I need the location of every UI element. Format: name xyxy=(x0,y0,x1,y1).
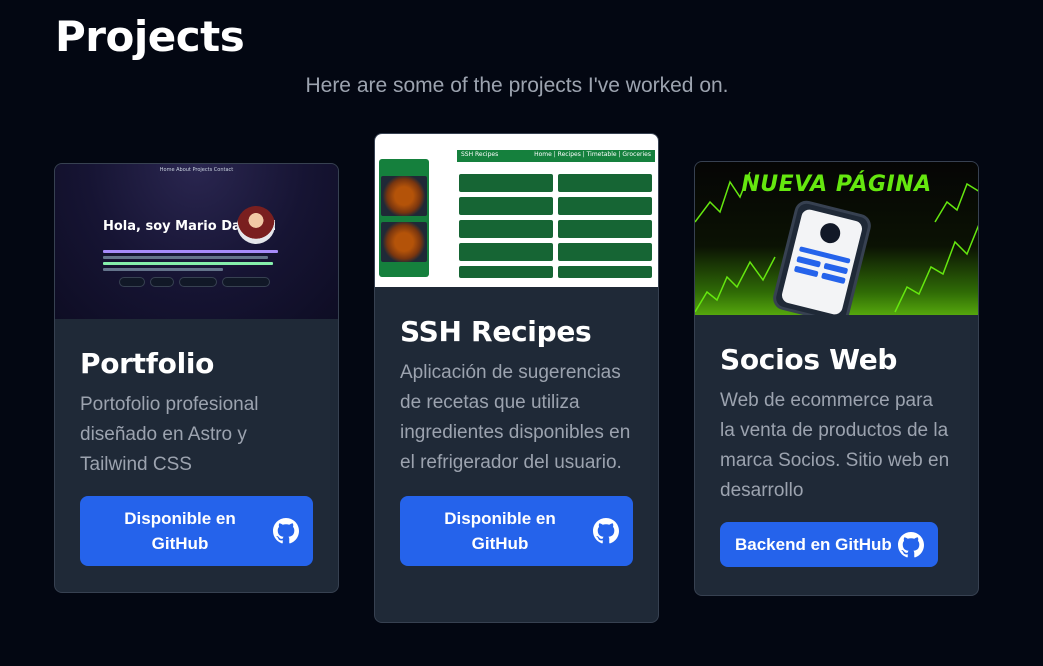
github-button[interactable]: Disponible en GitHub xyxy=(400,496,633,566)
project-thumbnail[interactable]: NUEVA PÁGINA xyxy=(695,162,978,315)
project-thumbnail[interactable]: Home About Projects Contact Hola, soy Ma… xyxy=(55,164,338,319)
project-title: Socios Web xyxy=(720,343,898,376)
project-description: Aplicación de sugerencias de recetas que… xyxy=(400,362,631,473)
project-card-ssh-recipes: SSH Recipes Home | Recipes | Timetable |… xyxy=(374,133,659,623)
thumbnail-text-line xyxy=(103,256,268,259)
github-button-label: Disponible en GitHub xyxy=(444,509,556,553)
github-icon xyxy=(593,518,619,544)
thumbnail-recipe-item xyxy=(558,243,652,261)
thumbnail-food-image xyxy=(381,176,427,216)
thumbnail-recipe-item xyxy=(459,197,553,215)
thumbnail-pill xyxy=(179,277,217,287)
github-button[interactable]: Disponible en GitHub xyxy=(80,496,313,566)
thumbnail-topbar-title: SSH Recipes xyxy=(461,151,499,158)
thumbnail-phone-screen xyxy=(780,207,864,315)
thumbnail-recipe-item xyxy=(459,266,553,278)
avatar xyxy=(237,206,275,244)
thumbnail-nav: Home About Projects Contact xyxy=(159,167,234,173)
github-icon xyxy=(898,531,924,557)
thumbnail-recipe-item xyxy=(558,197,652,215)
thumbnail-topbar: SSH Recipes Home | Recipes | Timetable |… xyxy=(457,150,655,162)
thumbnail-text-line xyxy=(103,262,273,265)
thumbnail-text-line xyxy=(103,268,223,271)
thumbnail-recipe-item xyxy=(558,174,652,192)
project-title: SSH Recipes xyxy=(400,315,592,348)
thumbnail-recipe-item xyxy=(459,220,553,238)
thumbnail-recipe-item xyxy=(459,243,553,261)
page-subtitle: Here are some of the projects I've worke… xyxy=(305,74,729,97)
github-button[interactable]: Backend en GitHub xyxy=(720,522,938,567)
thumbnail-recipe-item xyxy=(558,266,652,278)
project-card-portfolio: Home About Projects Contact Hola, soy Ma… xyxy=(54,163,339,593)
github-button-label: Backend en GitHub xyxy=(735,535,892,554)
page-title: Projects xyxy=(55,12,245,61)
project-thumbnail[interactable]: SSH Recipes Home | Recipes | Timetable |… xyxy=(375,134,658,287)
thumbnail-food-image xyxy=(381,222,427,262)
thumbnail-text-line xyxy=(103,250,278,253)
thumbnail-recipe-item xyxy=(558,220,652,238)
thumbnail-pill xyxy=(150,277,174,287)
project-title: Portfolio xyxy=(80,347,215,380)
thumbnail-topbar-links: Home | Recipes | Timetable | Groceries xyxy=(534,151,651,158)
thumbnail-headline: NUEVA PÁGINA xyxy=(741,172,932,197)
thumbnail-pill xyxy=(222,277,270,287)
project-description: Web de ecommerce para la venta de produc… xyxy=(720,390,950,501)
thumbnail-pill xyxy=(119,277,145,287)
github-button-label: Disponible en GitHub xyxy=(124,509,236,553)
thumbnail-recipe-item xyxy=(459,174,553,192)
project-card-socios-web: NUEVA PÁGINA Socios Web Web de ecommerce… xyxy=(694,161,979,596)
github-icon xyxy=(273,518,299,544)
project-description: Portofolio profesional diseñado en Astro… xyxy=(80,394,259,475)
